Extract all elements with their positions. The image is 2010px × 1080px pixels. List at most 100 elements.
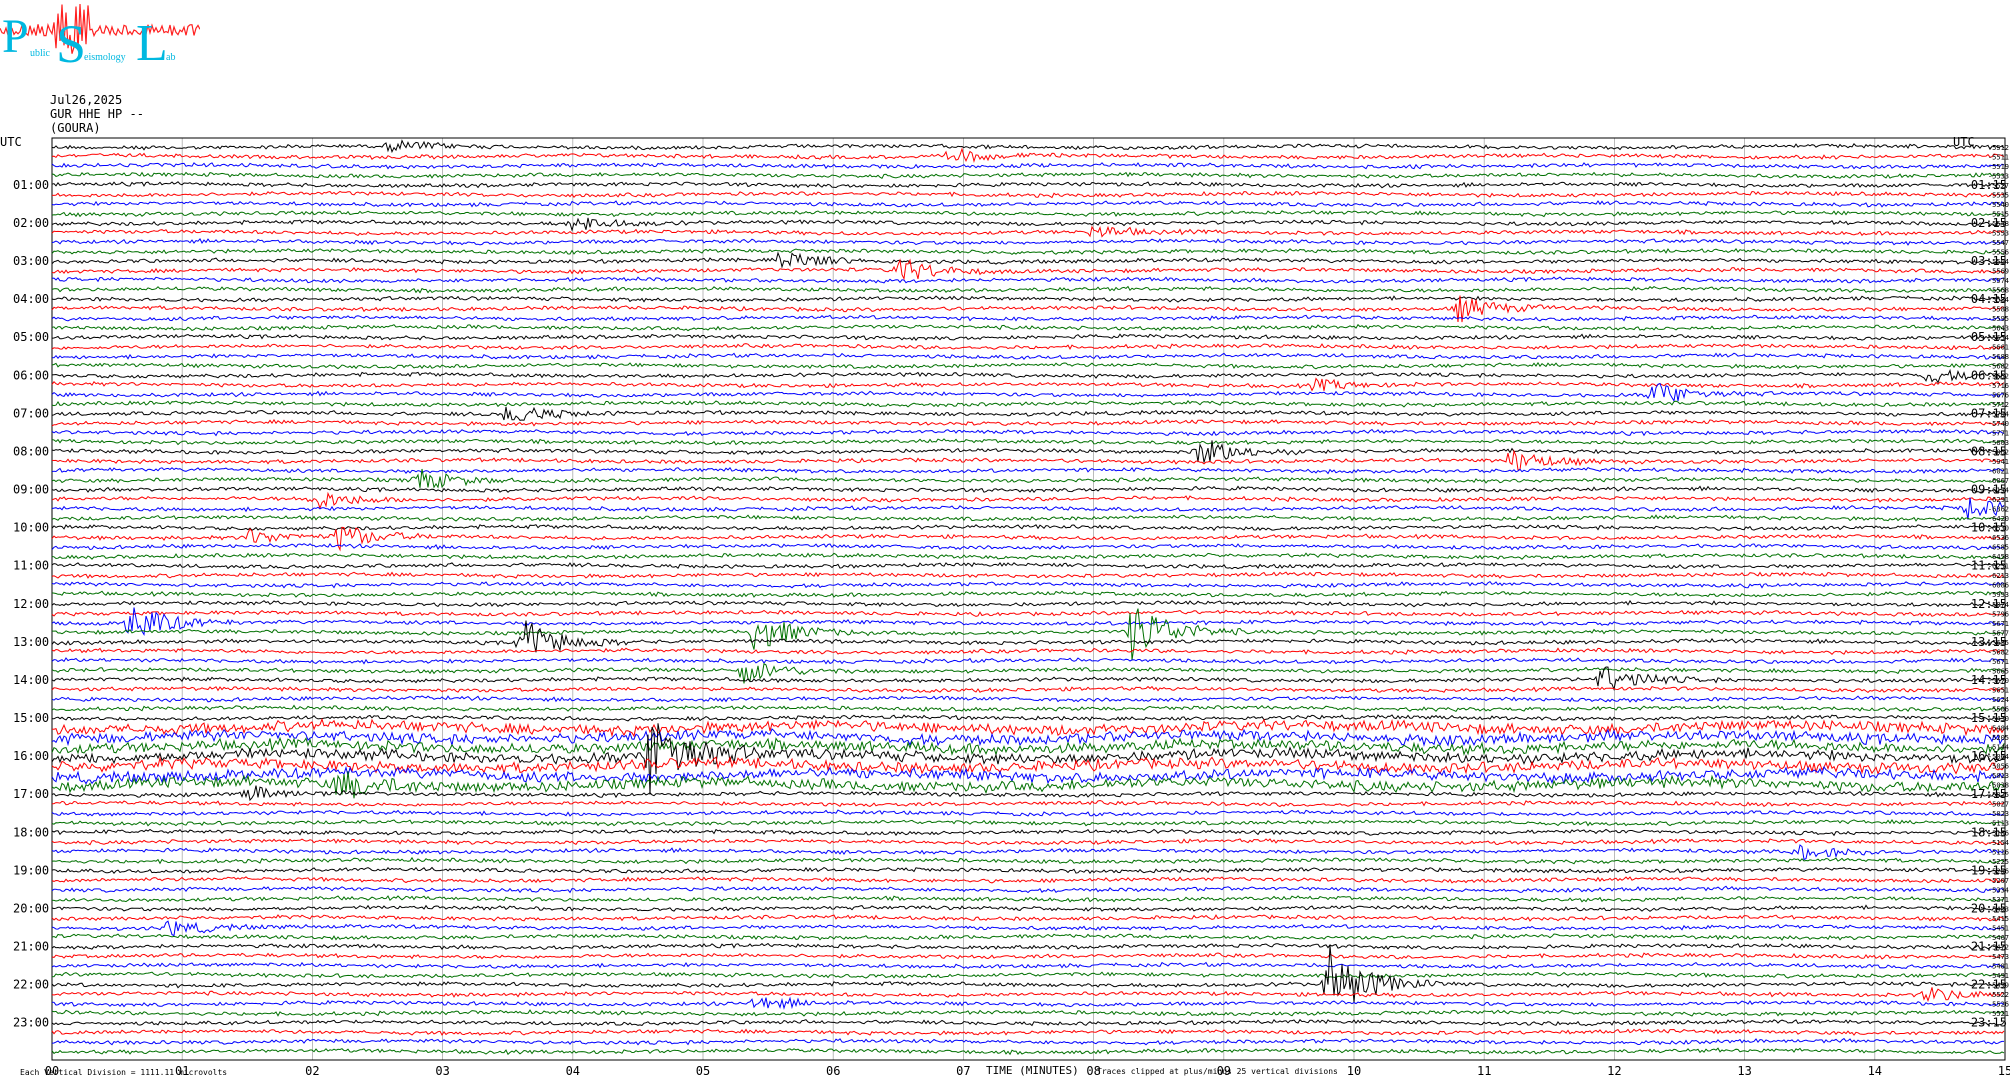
trace-offset-label: -5704 (1988, 410, 2009, 418)
seismic-trace (51, 333, 2005, 342)
seismic-trace (51, 590, 2005, 598)
seismic-trace (51, 162, 2005, 170)
trace-offset-label: -5568 (1988, 287, 2009, 295)
seismic-trace (51, 323, 2005, 332)
seismic-trace (51, 1028, 2005, 1036)
hour-label-left: 14:00 (13, 673, 49, 687)
trace-offset-label: -5506 (1988, 705, 2009, 713)
trace-offset-label: -6086 (1988, 582, 2009, 590)
trace-offset-label: -6251 (1988, 563, 2009, 571)
grid (51, 137, 2006, 1061)
trace-offset-label: -5688 (1988, 353, 2009, 361)
seismic-trace (51, 838, 2005, 846)
seismic-trace (51, 466, 2005, 475)
seismic-trace (51, 258, 2005, 281)
seismic-trace (51, 876, 2005, 884)
trace-offset-label: -5527 (1988, 182, 2009, 190)
trace-offset-label: -5564 (1988, 258, 2009, 266)
x-tick-label: 05 (696, 1064, 710, 1078)
hour-label-left: 17:00 (13, 787, 49, 801)
hour-label-left: 12:00 (13, 597, 49, 611)
x-tick-label: 14 (1868, 1064, 1882, 1078)
x-tick-label: 03 (435, 1064, 449, 1078)
seismic-trace (51, 418, 2005, 427)
seismic-trace (51, 438, 2005, 446)
seismic-trace (51, 190, 2005, 199)
trace-offset-label: -5540 (1988, 201, 2009, 209)
trace-offset-label: -5013 (1988, 772, 2009, 780)
trace-offset-label: -5144 (1988, 744, 2009, 752)
seismic-trace (52, 608, 2005, 661)
trace-offset-label: -5154 (1988, 839, 2009, 847)
trace-offset-label: -6021 (1988, 467, 2009, 475)
seismic-trace (51, 428, 2005, 437)
seismic-trace (51, 904, 2005, 913)
trace-offset-label: -5113 (1988, 820, 2009, 828)
seismic-trace (51, 971, 2005, 979)
seismic-trace (51, 343, 2005, 350)
seismic-trace (51, 377, 2005, 392)
plot-frame (51, 137, 2006, 1061)
seismic-trace (51, 609, 2005, 617)
trace-offset-label: -6291 (1988, 496, 2009, 504)
hour-label-left: 22:00 (13, 978, 49, 992)
trace-offset-label: -5027 (1988, 801, 2009, 809)
trace-offset-label: -5511 (1988, 153, 2009, 161)
trace-offset-label: -5472 (1988, 944, 2009, 952)
x-tick-label: 06 (826, 1064, 840, 1078)
trace-offset-label: -5712 (1988, 401, 2009, 409)
trace-offset-label: -5334 (1988, 886, 2009, 894)
trace-offset-label: -5624 (1988, 696, 2009, 704)
seismic-trace (51, 238, 2005, 246)
seismic-trace (51, 225, 2005, 238)
seismic-trace (51, 200, 2005, 208)
trace-offset-label: -5676 (1988, 391, 2009, 399)
hour-label-left: 06:00 (13, 368, 49, 382)
trace-offset-label: -5574 (1988, 277, 2009, 285)
x-tick-label: 11 (1477, 1064, 1491, 1078)
hour-label-left: 16:00 (13, 749, 49, 763)
hour-label-left: 01:00 (13, 178, 49, 192)
trace-offset-label: -5569 (1988, 268, 2009, 276)
trace-offset-label: -6536 (1988, 534, 2009, 542)
trace-offset-label: -5595 (1988, 315, 2009, 323)
trace-offset-label: -5953 (1988, 591, 2009, 599)
trace-offset-label: -5533 (1988, 172, 2009, 180)
seismic-trace (51, 276, 2005, 284)
seismic-trace (51, 987, 2005, 1003)
x-axis-label: TIME (MINUTES) (986, 1064, 1079, 1077)
trace-offset-label: -5655 (1988, 639, 2009, 647)
trace-offset-label: -5025 (1988, 791, 2009, 799)
trace-offset-label: -5526 (1988, 1001, 2009, 1009)
trace-offset-label: -5862 (1988, 448, 2009, 456)
trace-offset-label: -5584 (1988, 296, 2009, 304)
x-tick-label: 02 (305, 1064, 319, 1078)
trace-offset-label: -5740 (1988, 420, 2009, 428)
seismic-trace (51, 210, 2005, 218)
trace-offset-label: -5588 (1988, 306, 2009, 314)
seismic-trace (51, 952, 2005, 960)
trace-offset-label: -5023 (1988, 810, 2009, 818)
trace-offset-label: -5515 (1988, 210, 2009, 218)
hour-label-left: 09:00 (13, 483, 49, 497)
x-tick-label: 12 (1607, 1064, 1621, 1078)
trace-offset-label: -5556 (1988, 248, 2009, 256)
seismic-trace (51, 933, 2005, 941)
helicorder-plot: 01:00 02:00 03:00 04:00 05:00 06:00 07:00 08:00… (0, 135, 2010, 1078)
seismic-trace (51, 491, 2005, 510)
trace-offset-label: -5186 (1988, 829, 2009, 837)
trace-offset-label: -5205 (1988, 734, 2009, 742)
seismic-trace (51, 809, 2005, 817)
hour-label-left: 02:00 (13, 216, 49, 230)
seismic-trace (51, 961, 2005, 970)
seismic-trace (51, 914, 2005, 922)
seismic-trace (51, 248, 2005, 256)
seismic-trace (51, 942, 2005, 951)
seismic-trace (51, 1009, 2005, 1017)
x-tick-label: 04 (566, 1064, 580, 1078)
x-tick-label: 15 (1998, 1064, 2010, 1078)
trace-offset-label: -5654 (1988, 334, 2009, 342)
trace-offset-label: -5643 (1988, 325, 2009, 333)
seismic-trace (51, 580, 2005, 589)
seismic-trace (51, 785, 2005, 802)
